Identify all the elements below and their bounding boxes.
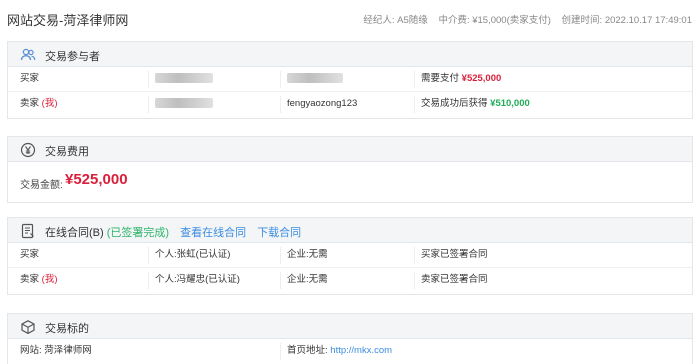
seller-gain-label: 交易成功后获得: [421, 98, 488, 109]
page-title: 网站交易-菏泽律师网: [7, 13, 129, 28]
buyer-name-blurred: [287, 67, 343, 92]
seller-avatar-blurred: [155, 92, 213, 117]
contract-role: 买家: [20, 249, 40, 260]
trade-amount: ¥525,000: [65, 171, 128, 188]
contract-title-line: 在线合同(B) (已签署完成) 查看在线合同 下载合同: [45, 224, 301, 240]
contract-row-buyer: 买家 个人:张虹(已认证) 企业:无需 买家已签署合同: [8, 243, 692, 268]
created-time: 创建时间: 2022.10.17 17:49:01: [561, 15, 692, 26]
contract-state: 买家已签署合同: [421, 249, 488, 260]
amount-row: 交易金额: ¥525,000: [8, 162, 692, 202]
home-url-cell: 首页地址: http://mkx.com: [287, 339, 392, 364]
me-tag: (我): [41, 274, 58, 285]
participants-header: 交易参与者: [8, 42, 692, 67]
home-label: 首页地址:: [287, 345, 328, 356]
seller-row: 卖家 (我) fengyaozong123 交易成功后获得 ¥510,000: [8, 92, 692, 117]
target-row: 网站: 菏泽律师网 首页地址: http://mkx.com: [8, 339, 692, 364]
buyer-avatar-blurred: [155, 67, 213, 92]
contract-person: 个人:张虹(已认证): [155, 249, 231, 260]
document-icon: [21, 223, 34, 239]
me-tag: (我): [41, 98, 58, 109]
contract-section: 在线合同(B) (已签署完成) 查看在线合同 下载合同 买家 个人:张虹(已认证…: [7, 217, 693, 295]
contract-role: 卖家: [20, 274, 40, 285]
buyer-pay-label: 需要支付: [421, 73, 460, 84]
target-section: 交易标的 网站: 菏泽律师网 首页地址: http://mkx.com: [7, 313, 693, 364]
site-name: 网站: 菏泽律师网: [20, 345, 92, 356]
seller-username: fengyaozong123: [287, 98, 358, 109]
seller-label: 卖家: [20, 98, 40, 109]
buyer-pay-amount: ¥525,000: [461, 73, 502, 84]
contract-company: 企业:无需: [287, 249, 328, 260]
fee-title: 交易费用: [45, 146, 89, 158]
participants-title: 交易参与者: [45, 51, 100, 63]
yen-icon: [20, 142, 36, 158]
users-icon: [20, 48, 36, 61]
fee-info: 中介费: ¥15,000(卖家支付): [438, 15, 551, 26]
contract-person: 个人:冯耀忠(已认证): [155, 274, 240, 285]
fee-header: 交易费用: [8, 137, 692, 162]
contract-row-seller: 卖家 (我) 个人:冯耀忠(已认证) 企业:无需 卖家已签署合同: [8, 268, 692, 293]
contract-title: 在线合同(B): [45, 227, 104, 239]
seller-gain-info: 交易成功后获得 ¥510,000: [421, 92, 530, 117]
target-header: 交易标的: [8, 314, 692, 339]
amount-label: 交易金额:: [20, 180, 63, 191]
contract-header: 在线合同(B) (已签署完成) 查看在线合同 下载合同: [8, 218, 692, 243]
seller-label-cell: 卖家 (我): [20, 92, 57, 117]
page-header: 网站交易-菏泽律师网 经纪人: A5随缘 中介费: ¥15,000(卖家支付) …: [0, 0, 700, 34]
download-contract-link[interactable]: 下载合同: [257, 227, 301, 239]
participants-section: 交易参与者 买家 需要支付 ¥525,000 卖家 (我) fengyaozon…: [7, 41, 693, 119]
contract-state: 卖家已签署合同: [421, 274, 488, 285]
fee-section: 交易费用 交易金额: ¥525,000: [7, 136, 693, 203]
home-url-link[interactable]: http://mkx.com: [330, 345, 392, 356]
buyer-pay-info: 需要支付 ¥525,000: [421, 67, 501, 92]
seller-gain-amount: ¥510,000: [490, 98, 530, 109]
contract-role-cell: 卖家 (我): [20, 268, 57, 293]
contract-company: 企业:无需: [287, 274, 328, 285]
target-title: 交易标的: [45, 323, 89, 335]
contract-status: (已签署完成): [106, 227, 170, 239]
box-icon: [21, 320, 35, 335]
header-meta: 经纪人: A5随缘 中介费: ¥15,000(卖家支付) 创建时间: 2022.…: [355, 12, 692, 26]
broker-info: 经纪人: A5随缘: [363, 15, 428, 26]
buyer-label: 买家: [20, 73, 40, 84]
view-contract-link[interactable]: 查看在线合同: [180, 227, 246, 239]
buyer-row: 买家 需要支付 ¥525,000: [8, 67, 692, 92]
